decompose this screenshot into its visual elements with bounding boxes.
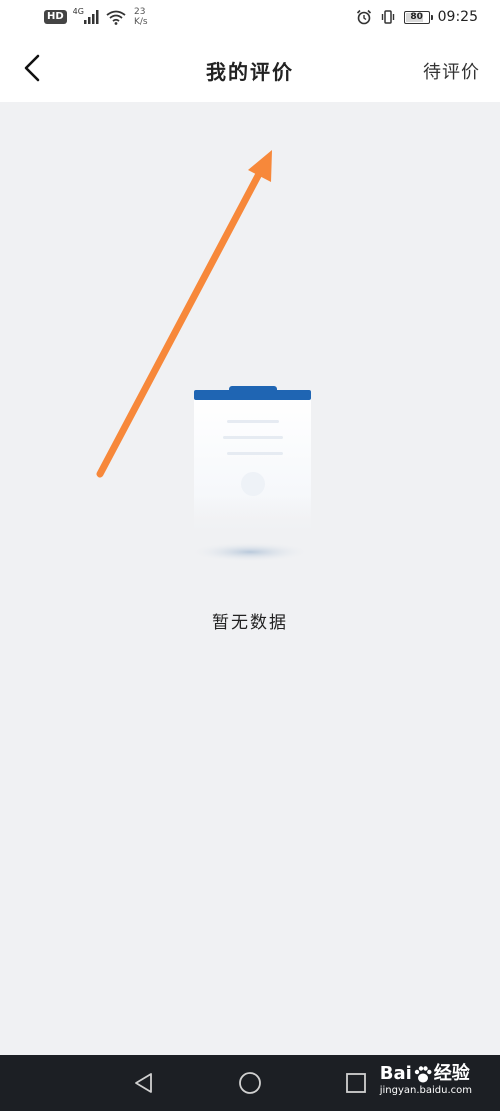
nav-home-icon bbox=[239, 1072, 261, 1094]
status-right: 80 09:25 bbox=[356, 6, 478, 28]
watermark-url: jingyan.baidu.com bbox=[379, 1085, 472, 1096]
empty-clipboard-illustration bbox=[190, 386, 311, 562]
status-bar: HD 4G 23 K/s 80 09:25 bbox=[0, 0, 500, 34]
speed-unit: K/s bbox=[133, 17, 148, 27]
nav-bar: 我的评价 待评价 bbox=[0, 34, 500, 102]
baidu-watermark: Bai 经验 jingyan.baidu.com bbox=[380, 1063, 472, 1097]
nav-home-button[interactable] bbox=[236, 1069, 264, 1097]
battery-level: 80 bbox=[410, 12, 423, 22]
hd-badge: HD bbox=[44, 10, 67, 24]
nav-recents-icon bbox=[346, 1073, 366, 1093]
battery-icon: 80 bbox=[403, 10, 433, 24]
nav-back-button[interactable] bbox=[130, 1069, 158, 1097]
alarm-icon bbox=[356, 9, 371, 25]
wifi-icon bbox=[106, 10, 126, 25]
watermark-brand-left: Bai bbox=[379, 1063, 412, 1084]
empty-state-text: 暂无数据 bbox=[212, 613, 288, 633]
watermark-brand: Bai 经验 bbox=[380, 1063, 470, 1085]
nav-back-icon bbox=[135, 1073, 152, 1093]
status-left: HD 4G 23 K/s bbox=[44, 6, 148, 28]
vibrate-icon bbox=[381, 10, 394, 24]
network-speed: 23 K/s bbox=[134, 7, 148, 27]
pending-review-button[interactable]: 待评价 bbox=[423, 58, 480, 84]
nav-recents-button[interactable] bbox=[342, 1069, 370, 1097]
speed-value: 23 bbox=[133, 7, 146, 17]
watermark-brand-right: 经验 bbox=[433, 1063, 470, 1084]
network-type: 4G bbox=[72, 6, 84, 16]
system-nav-bar: Bai 经验 jingyan.baidu.com bbox=[0, 1055, 500, 1111]
paw-icon bbox=[414, 1066, 432, 1083]
clock: 09:25 bbox=[437, 9, 478, 25]
signal-icon bbox=[83, 10, 99, 24]
content-area: 暂无数据 bbox=[0, 102, 500, 1055]
